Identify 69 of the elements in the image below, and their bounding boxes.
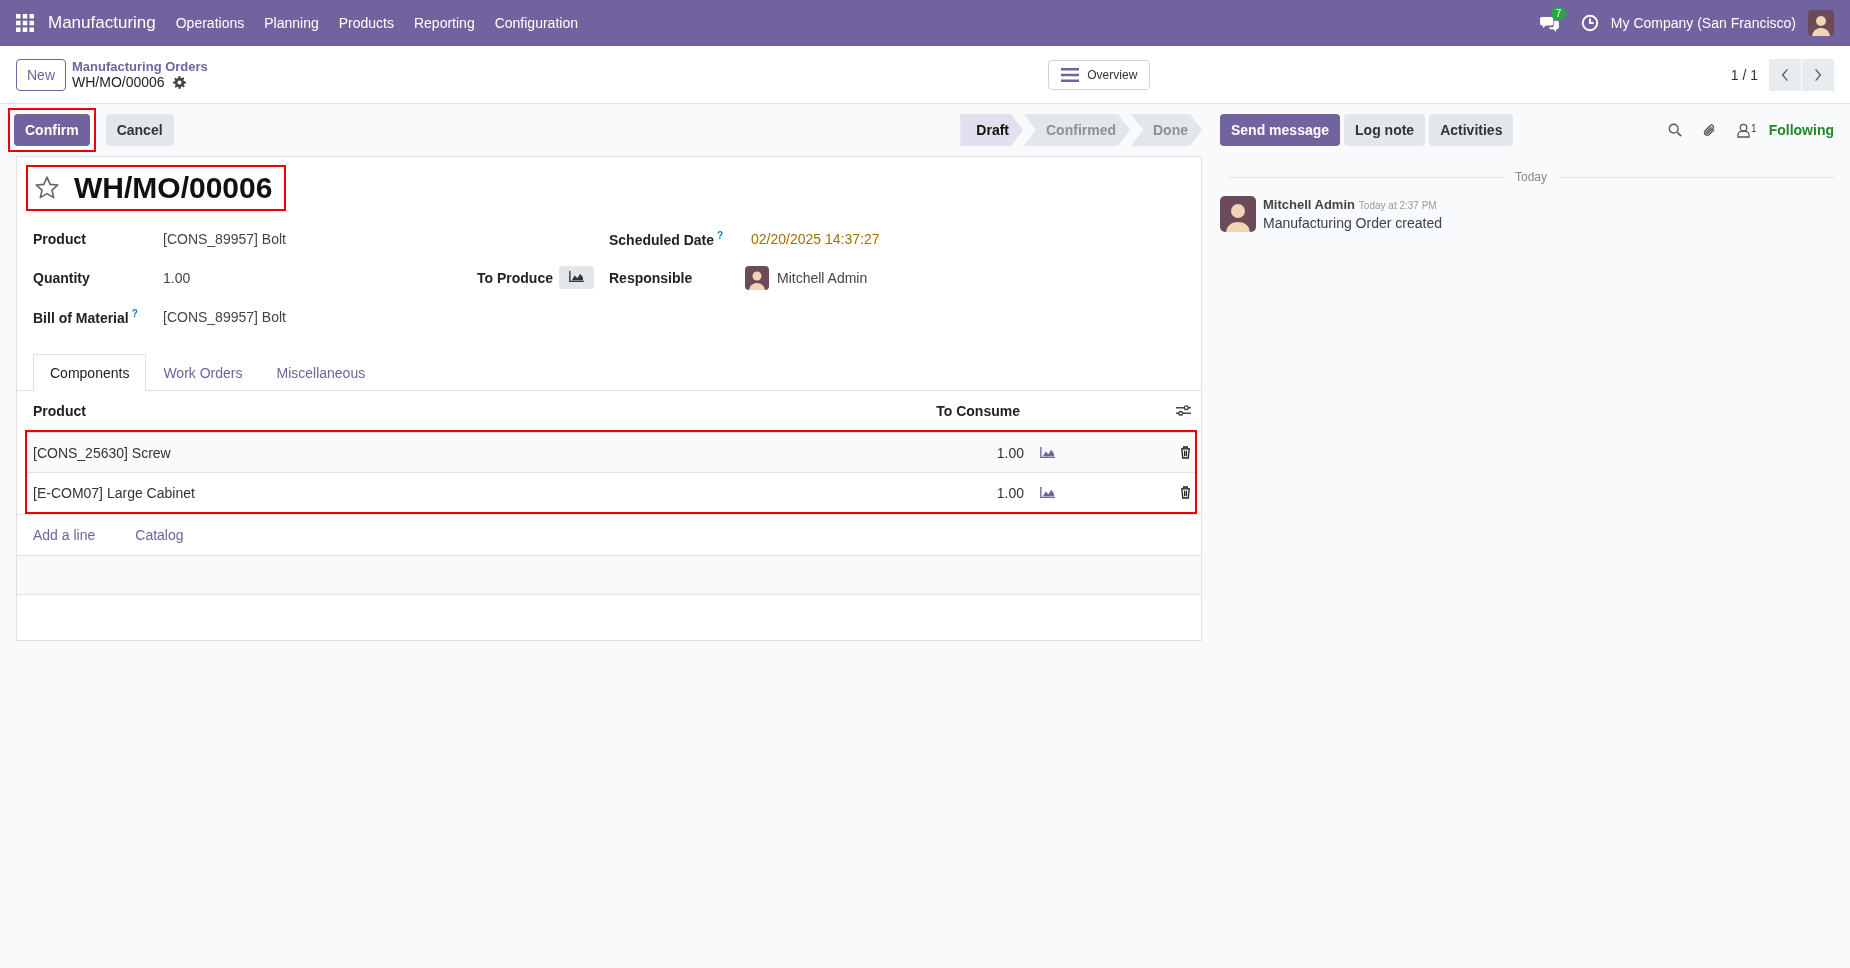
notebook-tab[interactable]: Miscellaneous: [259, 354, 383, 391]
field-value[interactable]: Mitchell Admin: [777, 269, 868, 286]
message-body: Manufacturing Order created: [1263, 215, 1442, 231]
table-cell-text: 1.00: [995, 444, 1024, 461]
notebook-tab[interactable]: Components: [33, 354, 147, 391]
forecast-icon[interactable]: [1040, 447, 1055, 458]
status-stage[interactable]: Draft: [960, 114, 1023, 146]
action-button[interactable]: Cancel: [105, 114, 174, 146]
menu-item[interactable]: Products: [338, 15, 394, 31]
chatter-button[interactable]: Send message: [1220, 114, 1341, 146]
gear-icon[interactable]: [172, 75, 186, 89]
field-label: Responsible: [609, 269, 694, 286]
user-avatar-icon: [1220, 196, 1256, 232]
column-header[interactable]: Product: [33, 402, 880, 419]
menu-item[interactable]: Planning: [264, 15, 319, 31]
chatter-button[interactable]: Log note: [1344, 114, 1426, 146]
date-separator: Today: [1515, 170, 1547, 184]
chevron-left-icon: [1781, 67, 1789, 82]
table-link[interactable]: Catalog: [135, 527, 184, 543]
column-header[interactable]: To Consume: [880, 402, 1020, 419]
user-avatar-icon[interactable]: [1808, 10, 1834, 36]
search-icon[interactable]: [1668, 123, 1683, 137]
message-count-badge: 7: [1550, 6, 1567, 20]
apps-menu-icon[interactable]: [16, 14, 34, 32]
new-button[interactable]: New: [16, 58, 66, 91]
help-tooltip-mark[interactable]: ?: [717, 229, 724, 241]
area-chart-icon: [568, 271, 584, 282]
forecast-button[interactable]: [558, 266, 594, 289]
chevron-right-icon: [1814, 67, 1822, 82]
pager-value: 1 / 1: [1730, 66, 1758, 83]
column-options-icon[interactable]: [1176, 404, 1191, 417]
follower-count: 1: [1751, 122, 1757, 134]
record-title: WH/MO/00006: [74, 171, 273, 205]
breadcrumb-link[interactable]: Manufacturing Orders: [72, 59, 208, 74]
field-label: Bill of Material $^{?}$: [33, 307, 139, 326]
company-switcher[interactable]: My Company (San Francisco): [1610, 15, 1796, 31]
person-icon[interactable]: [1737, 122, 1751, 138]
delete-icon[interactable]: [1180, 446, 1191, 459]
field-label: Quantity: [33, 269, 91, 286]
clock-icon[interactable]: [1580, 14, 1599, 32]
table-cell-text: 1.00: [995, 484, 1024, 501]
menu-icon: [1061, 67, 1080, 82]
table-cell-text: [E-COM07] Large Cabinet: [33, 484, 196, 501]
message-time: Today at 2:37 PM: [1358, 200, 1437, 211]
star-icon[interactable]: [34, 175, 60, 201]
table-link[interactable]: Add a line: [33, 527, 96, 543]
forecast-icon[interactable]: [1040, 487, 1055, 498]
app-name[interactable]: Manufacturing: [48, 13, 156, 33]
following-button[interactable]: Following: [1768, 122, 1834, 138]
chatter-button[interactable]: Activities: [1429, 114, 1514, 146]
record-name: WH/MO/00006: [72, 74, 165, 90]
overview-button[interactable]: Overview: [1048, 59, 1151, 90]
help-tooltip-mark[interactable]: ?: [131, 307, 138, 319]
field-value[interactable]: [CONS_89957] Bolt: [163, 308, 286, 325]
field-value[interactable]: [CONS_89957] Bolt: [163, 230, 286, 247]
field-value[interactable]: 1.00: [163, 269, 477, 286]
field-label: Product: [33, 230, 87, 247]
table-cell-text: [CONS_25630] Screw: [33, 444, 172, 461]
field-value[interactable]: 02/20/2025 14:37:27: [751, 230, 880, 247]
user-avatar-icon: [745, 265, 769, 290]
menu-item[interactable]: Configuration: [494, 15, 578, 31]
message-author[interactable]: Mitchell Admin: [1263, 197, 1355, 212]
action-button[interactable]: Confirm: [14, 114, 90, 146]
menu-item[interactable]: Operations: [175, 15, 245, 31]
field-label: To Produce: [477, 269, 553, 286]
field-label: Scheduled Date $^{?}$: [609, 229, 725, 248]
menu-item[interactable]: Reporting: [413, 15, 475, 31]
notebook-tab[interactable]: Work Orders: [146, 354, 260, 391]
delete-icon[interactable]: [1180, 486, 1191, 499]
